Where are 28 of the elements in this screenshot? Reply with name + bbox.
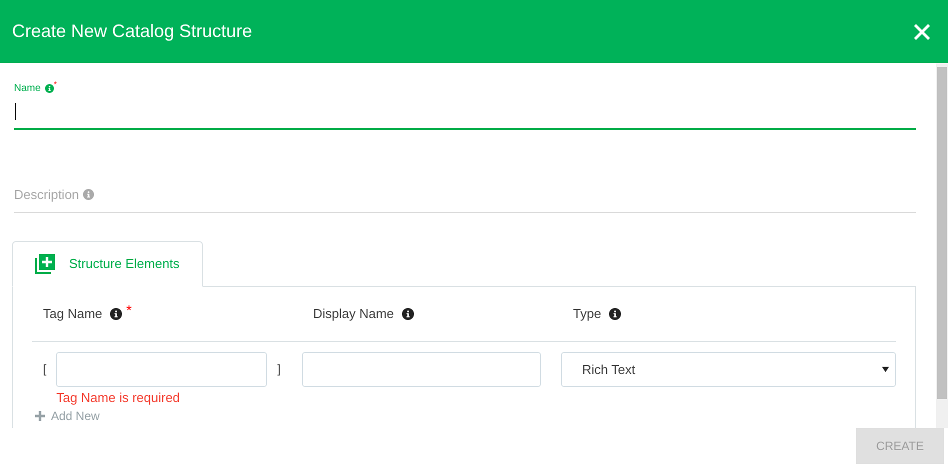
column-header: Type: [573, 305, 602, 324]
close-icon[interactable]: [912, 22, 932, 42]
text-field[interactable]: Description: [14, 179, 916, 213]
field-label: Description: [14, 186, 80, 204]
required-mark: *: [126, 303, 132, 317]
add-new-link[interactable]: Add New: [32, 410, 100, 422]
bracket: [: [43, 361, 46, 378]
error-message: Tag Name is required: [56, 389, 181, 407]
bracket: ]: [277, 361, 281, 378]
tag-name-field[interactable]: [56, 352, 268, 387]
dialog-title: Create New Catalog Structure: [12, 20, 252, 43]
text-cursor: [15, 103, 16, 120]
add-layer-icon: [35, 254, 55, 274]
info-icon: [110, 308, 122, 320]
info-icon: [402, 308, 414, 320]
info-icon: [83, 188, 94, 200]
caret-icon: [882, 366, 889, 373]
plus-icon: [35, 410, 45, 420]
column-header: Display Name: [313, 305, 394, 324]
column-header: Tag Name: [43, 305, 102, 324]
field-label: Name: [14, 82, 41, 96]
required-mark: *: [54, 80, 57, 88]
display-name-field[interactable]: [302, 352, 541, 387]
text-field[interactable]: Name *: [14, 81, 916, 130]
tab[interactable]: Structure Elements: [12, 241, 203, 287]
info-icon: [44, 84, 54, 93]
info-icon: [609, 308, 622, 320]
type-dropdown[interactable]: Rich Text: [561, 352, 896, 387]
